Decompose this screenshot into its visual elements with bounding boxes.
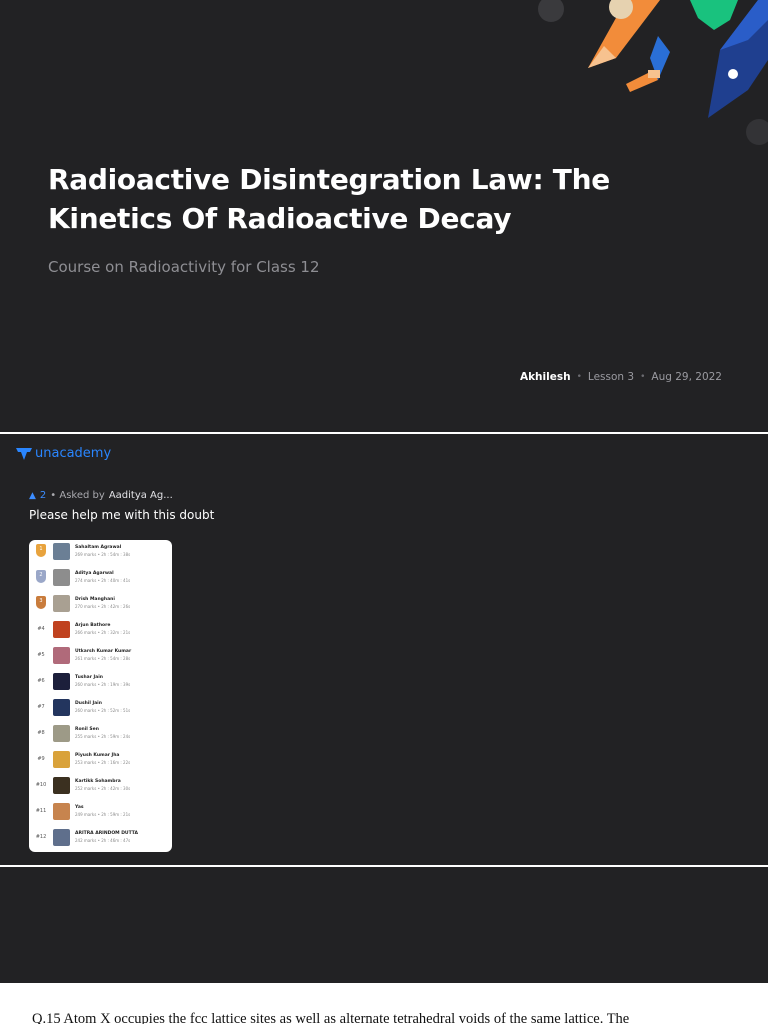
rank-number: #11: [35, 808, 47, 814]
leaderboard-row: 1 Sahaltam Agrawal 269 marks • 2h : 54m : …: [29, 542, 172, 566]
student-stats: 255 marks • 2h : 59m : 24s: [75, 734, 131, 739]
medal-icon: 3: [36, 596, 46, 609]
doubt-meta: ▲ 2 • Asked by Aaditya Ag...: [29, 490, 173, 501]
bow-tie-icon: [626, 36, 670, 92]
avatar: [53, 725, 70, 742]
student-name: Utkarsh Kumar Kumar: [75, 649, 132, 654]
author-name[interactable]: Akhilesh: [520, 371, 571, 383]
avatar: [53, 621, 70, 638]
asker-name[interactable]: Aaditya Ag...: [109, 490, 173, 501]
avatar: [53, 699, 70, 716]
upvote-count: 2: [39, 490, 47, 501]
student-stats: 242 marks • 2h : 46m : 47s: [75, 838, 131, 843]
leaderboard-screenshot: 1 Sahaltam Agrawal 269 marks • 2h : 54m : …: [29, 540, 172, 852]
separator-dot: •: [640, 372, 646, 382]
leaderboard-row: #12 ARITRA ARINDOM DUTTA 242 marks • 2h : …: [29, 828, 172, 852]
student-name: Drish Manghani: [75, 597, 115, 602]
avatar: [53, 569, 70, 586]
avatar: [53, 647, 70, 664]
medal-icon: 2: [36, 570, 46, 583]
leaderboard-row: #8 Ronil Sen 255 marks • 2h : 59m : 24s: [29, 724, 172, 748]
avatar: [53, 543, 70, 560]
avatar: [53, 803, 70, 820]
doubt-question: Please help me with this doubt: [29, 508, 215, 522]
upvote-arrow-icon[interactable]: ▲: [29, 491, 36, 501]
rank-number: #6: [37, 678, 45, 684]
rank-number: #4: [37, 626, 45, 632]
student-stats: 261 marks • 2h : 54m : 28s: [75, 656, 131, 661]
rank-number: #12: [35, 834, 47, 840]
pencil-icon: [588, 0, 660, 68]
student-stats: 270 marks • 2h : 42m : 26s: [75, 604, 131, 609]
avatar: [53, 829, 70, 846]
leaderboard-row: #9 Piyush Kumar Jha 253 marks • 2h : 16m :…: [29, 750, 172, 774]
asked-by-label: • Asked by: [50, 490, 105, 501]
leaderboard-row: 3 Drish Manghani 270 marks • 2h : 42m : 26…: [29, 594, 172, 618]
avatar: [53, 751, 70, 768]
rank-number: #8: [37, 730, 45, 736]
rank-number: #7: [37, 704, 45, 710]
student-stats: 274 marks • 2h : 40m : 41s: [75, 578, 131, 583]
brand-name: unacademy: [35, 446, 112, 461]
lesson-meta: Akhilesh • Lesson 3 • Aug 29, 2022: [520, 371, 722, 383]
student-name: Kartikk Sohambra: [75, 779, 121, 784]
student-stats: 249 marks • 2h : 59m : 21s: [75, 812, 131, 817]
medal-icon: 1: [36, 544, 46, 557]
leaderboard-row: #6 Tushar Jain 260 marks • 2h : 19m : 39s: [29, 672, 172, 696]
lesson-date: Aug 29, 2022: [651, 371, 722, 383]
doubt-slide: unacademy ▲ 2 • Asked by Aaditya Ag... P…: [0, 434, 768, 865]
avatar: [53, 673, 70, 690]
course-name: Course on Radioactivity for Class 12: [48, 258, 320, 276]
student-stats: 252 marks • 2h : 42m : 30s: [75, 786, 131, 791]
leaderboard-row: #4 Arjun Bathore 266 marks • 2h : 32m : 21…: [29, 620, 172, 644]
student-name: ARITRA ARINDOM DUTTA: [75, 831, 138, 836]
rank-number: #5: [37, 652, 45, 658]
question-text: Q.15 Atom X occupies the fcc lattice sit…: [32, 1011, 630, 1024]
unacademy-logo-icon: [16, 447, 32, 460]
student-name: Piyush Kumar Jha: [75, 753, 120, 758]
lesson-number: Lesson 3: [587, 371, 635, 383]
rank-number: #9: [37, 756, 45, 762]
student-name: Ronil Sen: [75, 727, 99, 732]
avatar: [53, 595, 70, 612]
student-name: Sahaltam Agrawal: [75, 545, 122, 550]
student-name: Dushil Jain: [75, 701, 102, 706]
student-name: Arjun Bathore: [75, 623, 111, 628]
separator-dot: •: [576, 372, 582, 382]
student-stats: 260 marks • 2h : 19m : 39s: [75, 682, 131, 687]
blank-slide: [0, 867, 768, 983]
student-stats: 269 marks • 2h : 54m : 38s: [75, 552, 131, 557]
leaderboard-row: 2 Aditya Agarwal 274 marks • 2h : 40m : 41…: [29, 568, 172, 592]
student-name: Tushar Jain: [75, 675, 103, 680]
student-stats: 266 marks • 2h : 32m : 21s: [75, 630, 131, 635]
student-name: Aditya Agarwal: [75, 571, 114, 576]
lesson-cover-slide: Radioactive Disintegration Law: The Kine…: [0, 0, 768, 432]
brand[interactable]: unacademy: [16, 446, 111, 461]
stationery-decoration-icon: [538, 0, 768, 145]
rank-number: #10: [35, 782, 47, 788]
leaderboard-row: #11 Yas 249 marks • 2h : 59m : 21s: [29, 802, 172, 826]
avatar: [53, 777, 70, 794]
green-shape-icon: [690, 0, 738, 30]
leaderboard-row: #7 Dushil Jain 260 marks • 2h : 52m : 51s: [29, 698, 172, 722]
leaderboard-row: #5 Utkarsh Kumar Kumar 261 marks • 2h : 54…: [29, 646, 172, 670]
lesson-title: Radioactive Disintegration Law: The Kine…: [48, 163, 610, 235]
student-name: Yas: [75, 805, 84, 810]
leaderboard-row: #10 Kartikk Sohambra 252 marks • 2h : 42m …: [29, 776, 172, 800]
student-stats: 260 marks • 2h : 52m : 51s: [75, 708, 131, 713]
student-stats: 253 marks • 2h : 16m : 22s: [75, 760, 131, 765]
